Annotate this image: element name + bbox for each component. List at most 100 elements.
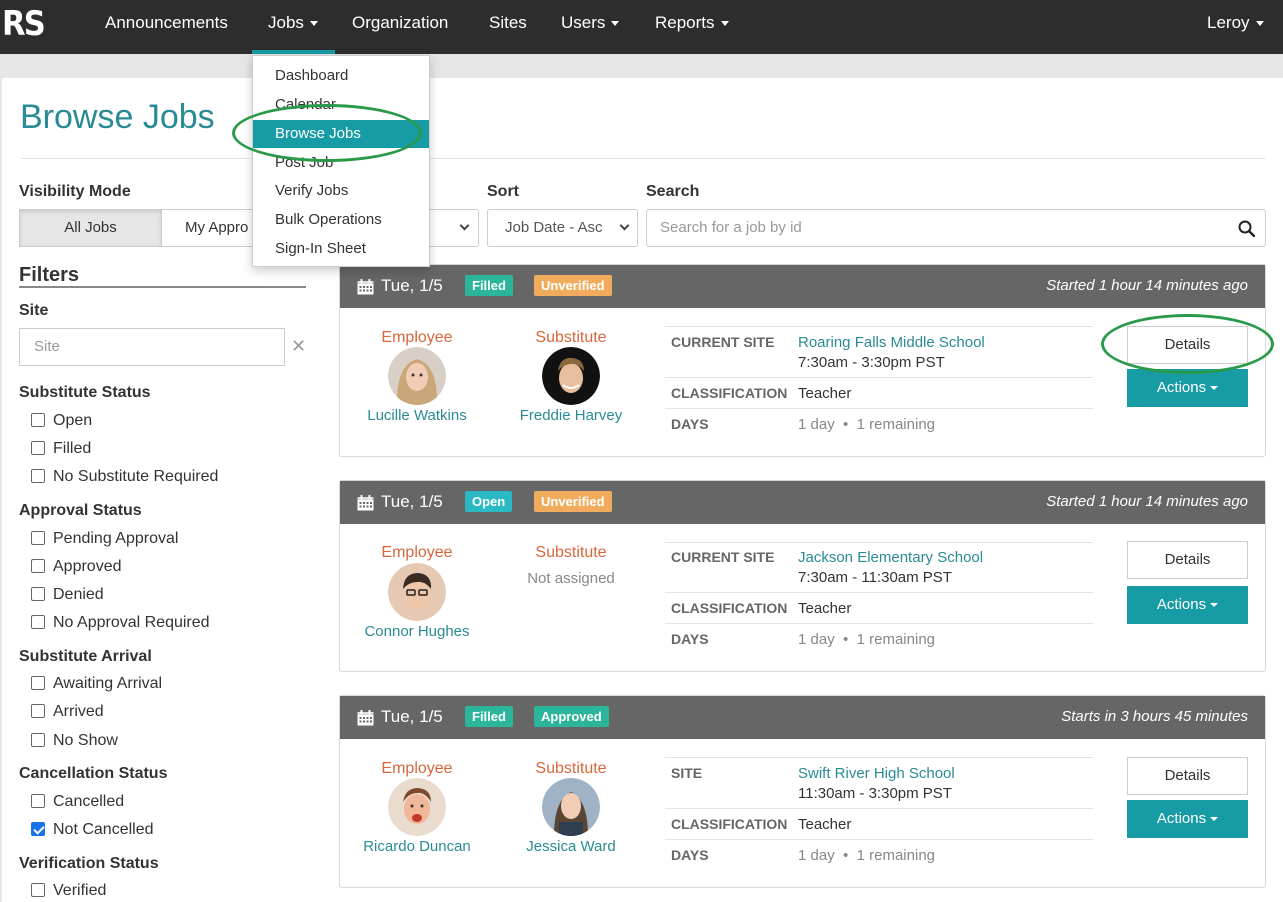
calendar-icon <box>357 710 374 726</box>
substitute-name[interactable]: Freddie Harvey <box>496 407 646 424</box>
checkbox-box[interactable] <box>31 883 45 897</box>
days-count: 1 day <box>798 416 835 433</box>
job-start-status: Started 1 hour 14 minutes ago <box>1046 277 1248 294</box>
checkbox-box[interactable] <box>31 794 45 808</box>
checkbox-box[interactable] <box>31 531 45 545</box>
substitute-label: Substitute <box>535 544 607 561</box>
checkbox-box[interactable] <box>31 559 45 573</box>
substitute-label: Substitute <box>535 329 607 346</box>
checkbox-box[interactable] <box>31 413 45 427</box>
checkbox-open[interactable]: Open <box>31 411 92 431</box>
details-button[interactable]: Details <box>1127 757 1248 795</box>
site-link[interactable]: Swift River High School <box>798 765 955 782</box>
checkbox-box-checked[interactable] <box>31 822 45 836</box>
nav-label: Users <box>561 13 606 32</box>
substitute-avatar[interactable] <box>542 778 600 836</box>
site-link[interactable]: Roaring Falls Middle School <box>798 334 985 351</box>
site-link[interactable]: Jackson Elementary School <box>798 549 983 566</box>
checkbox-no-approval-required[interactable]: No Approval Required <box>31 613 210 633</box>
app-logo[interactable]: RS <box>2 4 46 44</box>
checkbox-label: No Substitute Required <box>53 468 219 485</box>
status-badge-unverified: Unverified <box>534 275 612 296</box>
employee-name[interactable]: Connor Hughes <box>342 623 492 640</box>
nav-users[interactable]: Users <box>561 0 620 54</box>
status-badge-unverified: Unverified <box>534 491 612 512</box>
nav-reports[interactable]: Reports <box>655 0 729 54</box>
checkbox-box[interactable] <box>31 587 45 601</box>
clear-site-icon[interactable]: ✕ <box>291 336 306 357</box>
calendar-icon <box>357 279 374 295</box>
checkbox-no-substitute-required[interactable]: No Substitute Required <box>31 467 218 487</box>
checkbox-label: No Show <box>53 732 118 749</box>
employee-avatar[interactable] <box>388 347 446 405</box>
checkbox-approved[interactable]: Approved <box>31 557 122 577</box>
job-card: Tue, 1/5 Filled Approved Starts in 3 hou… <box>339 695 1266 888</box>
search-icon[interactable] <box>1238 220 1255 237</box>
caret-down-icon <box>1210 603 1219 608</box>
checkbox-verified[interactable]: Verified <box>31 881 106 901</box>
menu-item-bulk-operations[interactable]: Bulk Operations <box>253 206 429 234</box>
checkbox-label: Filled <box>53 440 92 457</box>
cancellation-status-label: Cancellation Status <box>19 765 168 782</box>
top-navbar: RS Announcements Jobs Organization Sites… <box>0 0 1283 54</box>
actions-button[interactable]: Actions <box>1127 369 1248 407</box>
sort-select[interactable]: Job Date - Asc <box>487 209 638 247</box>
employee-name[interactable]: Lucille Watkins <box>342 407 492 424</box>
site-key: CURRENT SITE <box>671 549 775 565</box>
checkbox-box[interactable] <box>31 733 45 747</box>
substitute-name[interactable]: Jessica Ward <box>496 838 646 855</box>
checkbox-box[interactable] <box>31 441 45 455</box>
employee-avatar[interactable] <box>388 778 446 836</box>
checkbox-not-cancelled[interactable]: Not Cancelled <box>31 820 154 840</box>
checkbox-box[interactable] <box>31 615 45 629</box>
nav-active-indicator <box>252 50 335 54</box>
nav-user-menu[interactable]: Leroy <box>1207 0 1264 54</box>
checkbox-arrived[interactable]: Arrived <box>31 702 104 722</box>
checkbox-no-show[interactable]: No Show <box>31 731 118 751</box>
nav-announcements[interactable]: Announcements <box>105 0 228 54</box>
checkbox-filled[interactable]: Filled <box>31 439 91 459</box>
days-value: 1 day • 1 remaining <box>798 847 936 864</box>
actions-button[interactable]: Actions <box>1127 586 1248 624</box>
checkbox-box[interactable] <box>31 469 45 483</box>
nav-jobs[interactable]: Jobs <box>268 0 318 54</box>
filters-divider <box>19 286 306 288</box>
days-remaining: 1 remaining <box>856 631 936 648</box>
menu-item-sign-in-sheet[interactable]: Sign-In Sheet <box>253 235 429 263</box>
actions-label: Actions <box>1156 596 1207 613</box>
details-button[interactable]: Details <box>1127 541 1248 579</box>
search-label: Search <box>646 183 700 200</box>
substitute-arrival-label: Substitute Arrival <box>19 648 152 665</box>
info-divider <box>665 757 1093 758</box>
employee-avatar[interactable] <box>388 563 446 621</box>
menu-item-dashboard[interactable]: Dashboard <box>253 62 429 90</box>
approval-status-label: Approval Status <box>19 502 142 519</box>
checkbox-box[interactable] <box>31 704 45 718</box>
days-key: DAYS <box>671 631 709 647</box>
menu-item-verify-jobs[interactable]: Verify Jobs <box>253 177 429 205</box>
info-divider <box>665 408 1093 409</box>
user-name: Leroy <box>1207 13 1250 32</box>
nav-sites[interactable]: Sites <box>489 0 527 54</box>
checkbox-awaiting-arrival[interactable]: Awaiting Arrival <box>31 674 162 694</box>
checkbox-cancelled[interactable]: Cancelled <box>31 792 124 812</box>
info-divider <box>665 808 1093 809</box>
employee-name[interactable]: Ricardo Duncan <box>342 838 492 855</box>
days-remaining: 1 remaining <box>856 416 936 433</box>
checkbox-denied[interactable]: Denied <box>31 585 104 605</box>
substitute-avatar[interactable] <box>542 347 600 405</box>
nav-organization[interactable]: Organization <box>352 0 448 54</box>
actions-button[interactable]: Actions <box>1127 800 1248 838</box>
days-count: 1 day <box>798 847 835 864</box>
status-badge-approved: Approved <box>534 706 609 727</box>
site-filter-input[interactable]: Site <box>19 328 285 366</box>
visibility-all-jobs-button[interactable]: All Jobs <box>20 210 162 246</box>
checkbox-box[interactable] <box>31 676 45 690</box>
highlight-ring-details <box>1101 314 1274 374</box>
checkbox-pending-approval[interactable]: Pending Approval <box>31 529 178 549</box>
job-card-header: Tue, 1/5 Open Unverified Started 1 hour … <box>340 481 1265 524</box>
checkbox-label: Verified <box>53 882 107 899</box>
visibility-mode-toggle: All Jobs My Appro <box>19 209 283 247</box>
chevron-down-icon <box>619 220 630 231</box>
search-input[interactable] <box>660 219 1220 236</box>
